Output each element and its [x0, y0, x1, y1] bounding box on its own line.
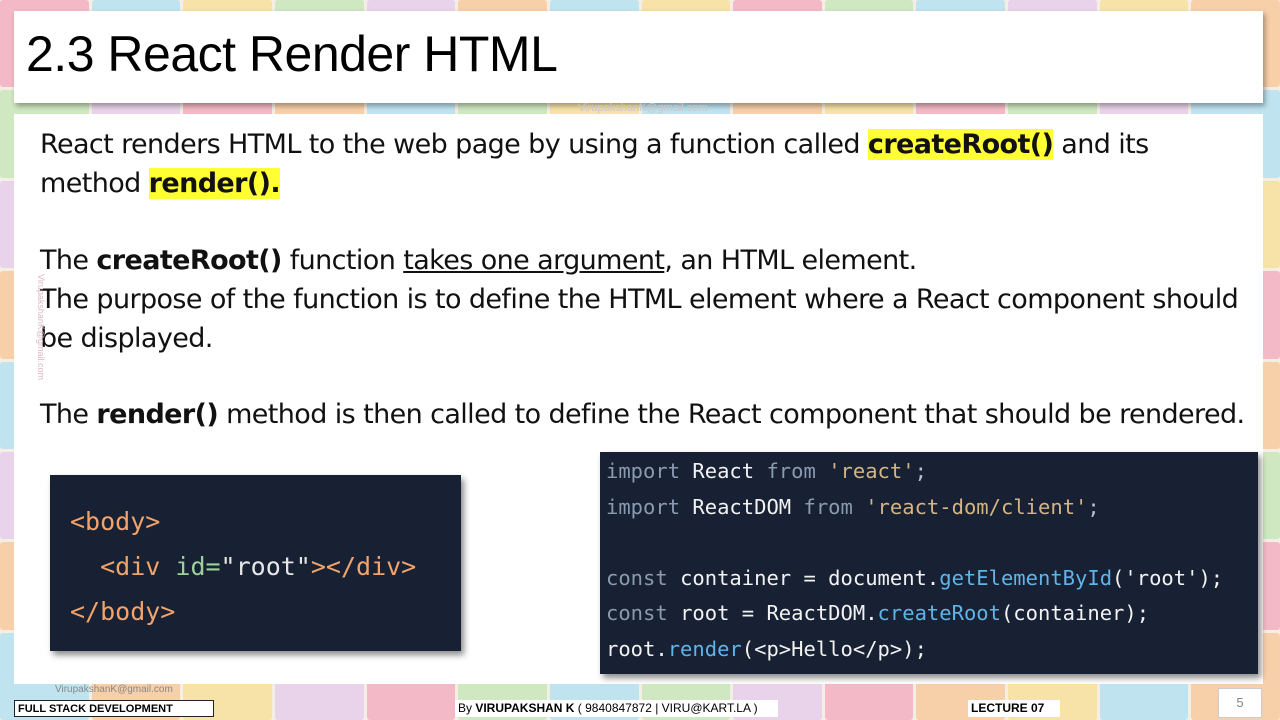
code-token: "root": [220, 552, 311, 581]
slide-number: 5: [1218, 688, 1262, 718]
code-token: </body>: [70, 597, 176, 626]
code-token: (container);: [1000, 601, 1150, 625]
text-segment: method is then called to define the Reac…: [218, 399, 1245, 430]
paragraph-create-root-argument: The createRoot() function takes one argu…: [40, 241, 1255, 280]
footer-author: By VIRUPAKSHAN K ( 9840847872 | VIRU@KAR…: [455, 700, 778, 717]
code-token: container = document.: [680, 565, 940, 590]
code-token: ReactDOM: [692, 494, 792, 519]
code-token: getElementById: [939, 565, 1113, 590]
code-token: ;: [1087, 494, 1100, 519]
code-token: ;: [914, 459, 927, 483]
author-name: VIRUPAKSHAN K: [475, 701, 575, 715]
code-token: (<p>Hello</p>);: [741, 636, 927, 661]
paragraph-purpose: The purpose of the function is to define…: [40, 284, 1239, 354]
bold-create-root: createRoot(): [96, 245, 282, 276]
code-token: React: [692, 459, 755, 483]
side-watermark: VirupakshanK@gmail.com: [36, 273, 47, 381]
slide-title: 2.3 React Render HTML: [26, 26, 558, 82]
title-banner: 2.3 React Render HTML: [14, 11, 1263, 103]
code-token: createRoot: [877, 601, 1001, 625]
footer-lecture: LECTURE 07: [968, 700, 1060, 717]
text-segment: function: [281, 245, 404, 276]
code-token: 'react-dom/client': [865, 494, 1088, 519]
code-token: id=: [175, 552, 221, 581]
code-token: import: [606, 459, 681, 483]
underlined-phrase: takes one argument: [403, 245, 665, 276]
code-token: from: [803, 494, 853, 519]
code-token: root = ReactDOM.: [680, 601, 878, 625]
bottom-watermark: VirupakshanK@gmail.com: [55, 684, 173, 695]
code-token: ('root');: [1112, 565, 1224, 590]
code-token: import: [606, 494, 681, 519]
footer-course: FULL STACK DEVELOPMENT: [14, 700, 214, 717]
highlight-render: render().: [148, 168, 281, 199]
html-code-snippet: <body> <div id="root"></div> </body>: [50, 475, 461, 651]
paragraph-create-root-intro: React renders HTML to the web page by us…: [40, 125, 1255, 203]
code-token: <body>: [70, 507, 161, 536]
bold-render: render(): [96, 399, 219, 430]
code-token: <div: [100, 552, 161, 581]
text-segment: By: [458, 701, 476, 715]
js-code-snippet: import React from 'react'; import ReactD…: [600, 452, 1258, 674]
code-token: from: [766, 459, 816, 483]
paragraph-render-method: The render() method is then called to de…: [40, 395, 1255, 434]
code-token: render: [667, 636, 742, 661]
text-segment: The: [40, 399, 97, 430]
text-segment: , an HTML element.: [664, 245, 917, 276]
highlight-create-root: createRoot(): [867, 129, 1054, 160]
author-contact: ( 9840847872 | VIRU@KART.LA ): [574, 701, 758, 715]
code-token: const: [606, 601, 668, 625]
code-token: root.: [606, 636, 668, 661]
code-token: ></div>: [310, 552, 417, 581]
code-token: const: [606, 565, 668, 590]
text-segment: React renders HTML to the web page by us…: [40, 129, 868, 160]
top-watermark: VirupakshanK@gmail.com: [578, 102, 708, 114]
code-token: 'react': [828, 459, 915, 483]
text-segment: The: [40, 245, 97, 276]
